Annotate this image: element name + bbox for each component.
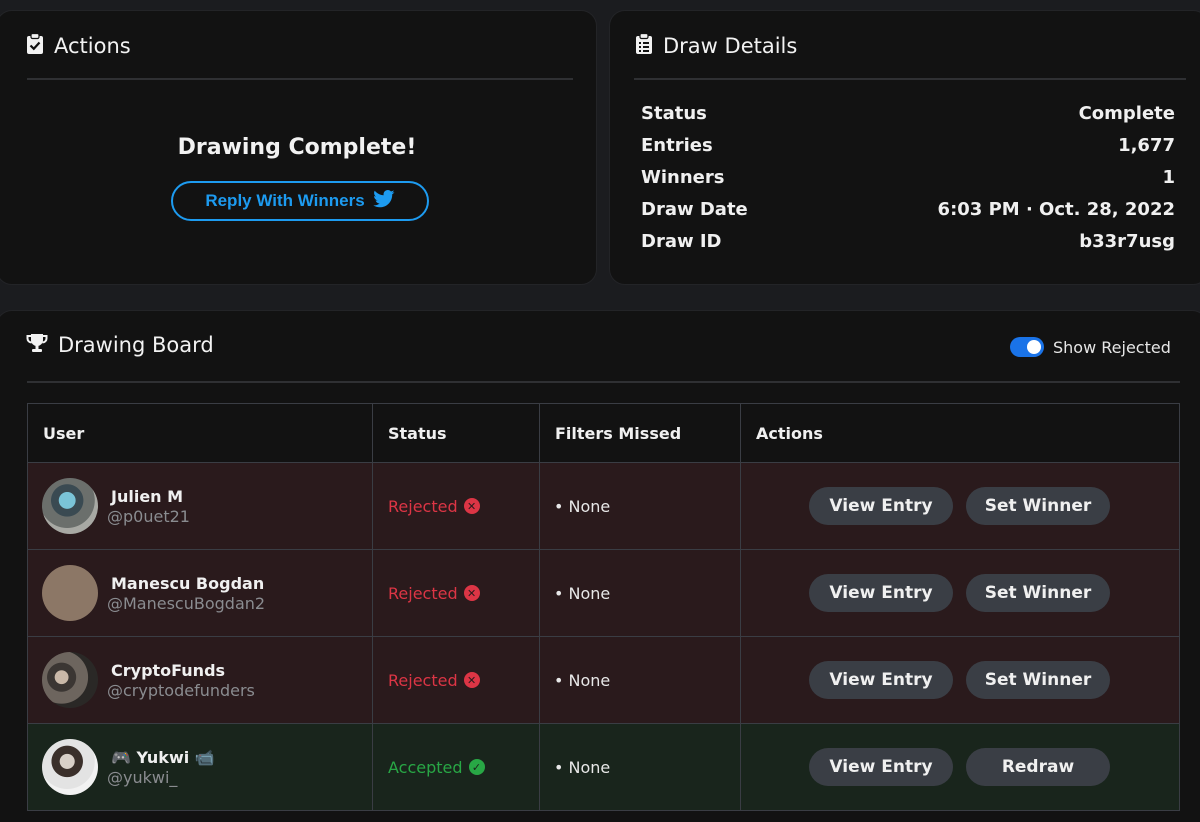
status-cell: Rejected ✕ [372,549,540,637]
filters-missed-value: • None [554,757,611,777]
detail-value: b33r7usg [1079,231,1175,252]
user-name: Manescu Bogdan [111,573,265,593]
status-text: Accepted [388,757,463,777]
set-winner-button[interactable]: Set Winner [966,574,1110,612]
draw-details-title: Draw Details [663,34,798,58]
table-header-row: User Status Filters Missed Actions [27,403,1180,463]
actions-cell: View Entry Set Winner [740,549,1180,637]
detail-label: Winners [641,167,725,188]
status-cell: Rejected ✕ [372,462,540,550]
actions-title: Actions [54,34,131,58]
detail-row-draw-id: Draw ID b33r7usg [641,231,1175,252]
drawing-board-divider [27,381,1180,383]
view-entry-button[interactable]: View Entry [809,748,953,786]
user-handle[interactable]: @p0uet21 [107,507,190,526]
detail-value: 6:03 PM · Oct. 28, 2022 [937,199,1175,220]
avatar[interactable] [42,652,98,708]
show-rejected-label: Show Rejected [1053,337,1171,357]
detail-row-winners: Winners 1 [641,167,1175,188]
draw-details-panel: Draw Details Status Complete Entries 1,6… [609,10,1200,285]
table-row: 🎮 Yukwi 📹 @yukwi_ Accepted ✓ • None View… [27,723,1180,811]
actions-divider [27,78,573,80]
avatar[interactable] [42,565,98,621]
actions-cell: View Entry Set Winner [740,636,1180,724]
status-cell: Rejected ✕ [372,636,540,724]
column-header-filters-missed: Filters Missed [539,403,741,463]
table-row: CryptoFunds @cryptodefunders Rejected ✕ … [27,636,1180,724]
filters-missed-value: • None [554,670,611,690]
actions-header: Actions [26,32,131,59]
draw-details-header: Draw Details [635,32,798,59]
detail-row-status: Status Complete [641,103,1175,124]
set-winner-button[interactable]: Set Winner [966,661,1110,699]
set-winner-button[interactable]: Set Winner [966,487,1110,525]
table-row: Manescu Bogdan @ManescuBogdan2 Rejected … [27,549,1180,637]
avatar[interactable] [42,739,98,795]
user-handle[interactable]: @ManescuBogdan2 [107,594,265,613]
twitter-bird-icon [372,189,395,213]
user-name: Julien M [111,486,184,506]
user-handle[interactable]: @cryptodefunders [107,681,255,700]
trophy-icon [26,333,48,357]
user-cell: CryptoFunds @cryptodefunders [27,636,373,724]
draw-details-divider [634,78,1186,80]
column-header-status: Status [372,403,540,463]
filters-cell: • None [539,636,741,724]
view-entry-button[interactable]: View Entry [809,574,953,612]
actions-cell: View Entry Set Winner [740,462,1180,550]
filters-missed-value: • None [554,496,611,516]
clipboard-check-icon [26,32,44,59]
drawing-board-title: Drawing Board [58,333,214,357]
status-text: Rejected [388,496,458,516]
user-handle[interactable]: @yukwi_ [107,768,215,787]
avatar[interactable] [42,478,98,534]
filters-cell: • None [539,549,741,637]
rejected-x-icon: ✕ [463,585,480,601]
reply-with-winners-button[interactable]: Reply With Winners [171,181,429,221]
drawing-complete-heading: Drawing Complete! [177,135,417,160]
accepted-check-icon: ✓ [468,759,485,775]
detail-label: Draw ID [641,231,722,252]
column-header-actions: Actions [740,403,1180,463]
redraw-button[interactable]: Redraw [966,748,1110,786]
detail-label: Entries [641,135,713,156]
detail-value: Complete [1078,103,1175,124]
detail-label: Status [641,103,707,124]
filters-missed-value: • None [554,583,611,603]
user-cell: Manescu Bogdan @ManescuBogdan2 [27,549,373,637]
show-rejected-toggle[interactable] [1010,337,1044,357]
column-header-user: User [27,403,373,463]
filters-cell: • None [539,462,741,550]
status-text: Rejected [388,583,458,603]
rejected-x-icon: ✕ [463,498,480,514]
status-text: Rejected [388,670,458,690]
detail-value: 1 [1162,167,1175,188]
view-entry-button[interactable]: View Entry [809,487,953,525]
reply-with-winners-label: Reply With Winners [205,191,365,210]
view-entry-button[interactable]: View Entry [809,661,953,699]
clipboard-list-icon [635,32,653,59]
table-row: Julien M @p0uet21 Rejected ✕ • None View… [27,462,1180,550]
detail-row-entries: Entries 1,677 [641,135,1175,156]
drawing-board-header: Drawing Board [26,333,214,357]
user-cell: 🎮 Yukwi 📹 @yukwi_ [27,723,373,811]
actions-cell: View Entry Redraw [740,723,1180,811]
actions-panel: Actions Drawing Complete! Reply With Win… [0,10,597,285]
detail-value: 1,677 [1118,135,1175,156]
filters-cell: • None [539,723,741,811]
status-cell: Accepted ✓ [372,723,540,811]
drawing-board-panel: Drawing Board Show Rejected User Status … [0,310,1200,822]
user-name: CryptoFunds [111,660,226,680]
detail-label: Draw Date [641,199,748,220]
entries-table: User Status Filters Missed Actions Julie… [27,403,1180,811]
detail-row-draw-date: Draw Date 6:03 PM · Oct. 28, 2022 [641,199,1175,220]
rejected-x-icon: ✕ [463,672,480,688]
show-rejected-toggle-wrap: Show Rejected [1010,337,1171,357]
user-cell: Julien M @p0uet21 [27,462,373,550]
user-name: 🎮 Yukwi 📹 [111,747,215,767]
